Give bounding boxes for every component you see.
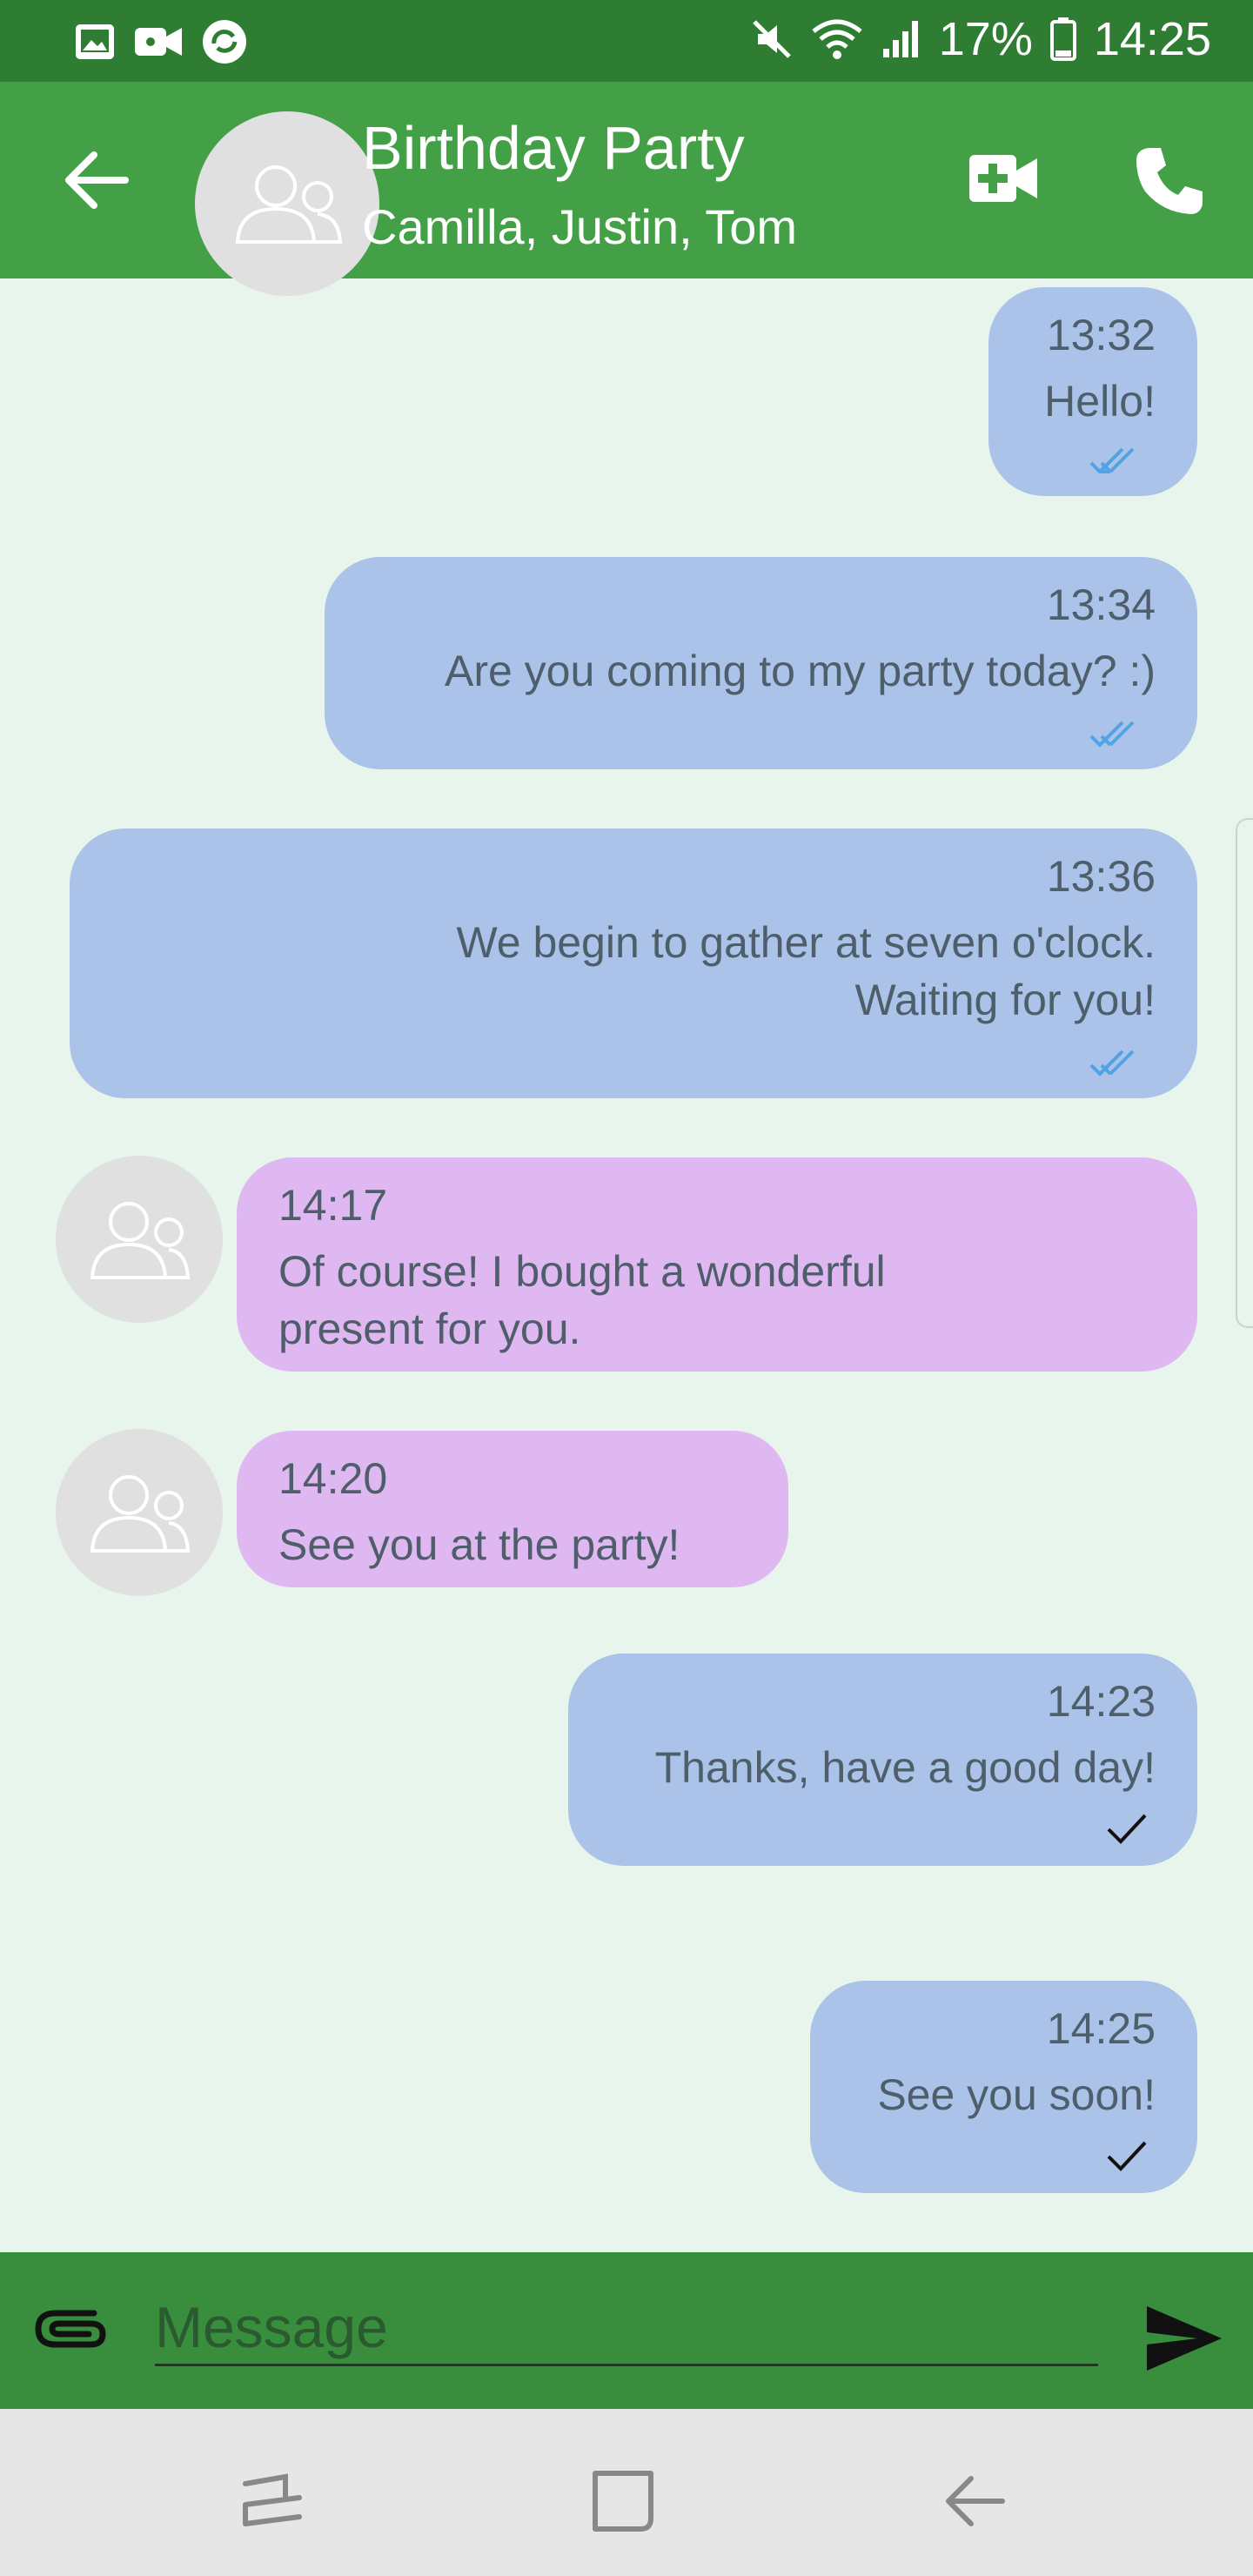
message-text: Hello! [1044, 377, 1156, 426]
sent-check-icon [1107, 2141, 1147, 2171]
message-bubble-incoming[interactable]: 14:20 See you at the party! [237, 1431, 788, 1587]
message-bubble-outgoing[interactable]: 13:36 We begin to gather at seven o'cloc… [70, 828, 1197, 1098]
back-arrow-icon[interactable] [61, 144, 132, 216]
message-text-line: We begin to gather at seven o'clock. [456, 918, 1156, 967]
message-time: 14:17 [278, 1181, 388, 1230]
message-time: 14:25 [1046, 2004, 1156, 2053]
message-bubble-outgoing[interactable]: 14:23 Thanks, have a good day! [568, 1654, 1197, 1866]
message-text: See you soon! [877, 2070, 1156, 2119]
message-time: 14:20 [278, 1454, 388, 1503]
message-text-line: Waiting for you! [854, 976, 1156, 1024]
chat-participants: Camilla, Justin, Tom [362, 199, 798, 254]
sent-check-icon [1107, 1814, 1147, 1844]
message-bubble-outgoing[interactable]: 13:32 Hello! [988, 287, 1197, 496]
video-camera-icon [135, 28, 182, 56]
gallery-icon [76, 24, 114, 59]
home-icon[interactable] [588, 2466, 658, 2536]
message-text-line: Of course! I bought a wonderful [278, 1247, 886, 1296]
battery-icon [1049, 17, 1076, 61]
message-bubble-outgoing[interactable]: 13:34 Are you coming to my party today? … [325, 557, 1197, 769]
message-text: Thanks, have a good day! [654, 1743, 1156, 1792]
mute-icon [752, 20, 791, 58]
message-text-line: present for you. [278, 1305, 581, 1353]
read-receipt-icon [1089, 447, 1135, 474]
read-receipt-icon [1089, 721, 1135, 748]
status-bar: 17% 14:25 [0, 0, 1253, 82]
signal-icon [882, 21, 918, 57]
message-time: 14:23 [1046, 1677, 1156, 1726]
chat-header: Birthday Party Camilla, Justin, Tom [0, 82, 1253, 296]
message-bubble-outgoing[interactable]: 14:25 See you soon! [810, 1981, 1197, 2193]
phone-icon[interactable] [1133, 144, 1206, 218]
message-time: 13:36 [1046, 852, 1156, 901]
chat-title: Birthday Party [362, 114, 745, 182]
person-avatar-icon [90, 1202, 191, 1279]
message-text: See you at the party! [278, 1520, 680, 1569]
sync-icon [203, 20, 246, 64]
recents-icon[interactable] [238, 2466, 308, 2536]
group-avatar[interactable] [195, 111, 379, 296]
system-navigation-bar [0, 2409, 1253, 2576]
message-composer [0, 2252, 1253, 2409]
send-icon[interactable] [1145, 2304, 1223, 2372]
attach-icon[interactable] [33, 2301, 108, 2357]
message-text: Are you coming to my party today? :) [444, 647, 1156, 695]
clock: 14:25 [1093, 13, 1211, 65]
message-input[interactable] [155, 2291, 1098, 2366]
scroll-indicator[interactable] [1236, 818, 1253, 1328]
sender-avatar[interactable] [56, 1156, 223, 1323]
read-receipt-icon [1089, 1050, 1135, 1077]
person-avatar-icon [90, 1475, 191, 1553]
back-icon[interactable] [940, 2466, 1009, 2536]
sender-avatar[interactable] [56, 1429, 223, 1596]
wifi-icon [812, 19, 862, 59]
message-time: 13:34 [1046, 580, 1156, 629]
video-call-icon[interactable] [968, 151, 1039, 205]
battery-percent: 17% [938, 13, 1033, 65]
group-avatar-icon [235, 165, 343, 244]
message-bubble-incoming[interactable]: 14:17 Of course! I bought a wonderful pr… [237, 1157, 1197, 1372]
message-time: 13:32 [1046, 311, 1156, 359]
